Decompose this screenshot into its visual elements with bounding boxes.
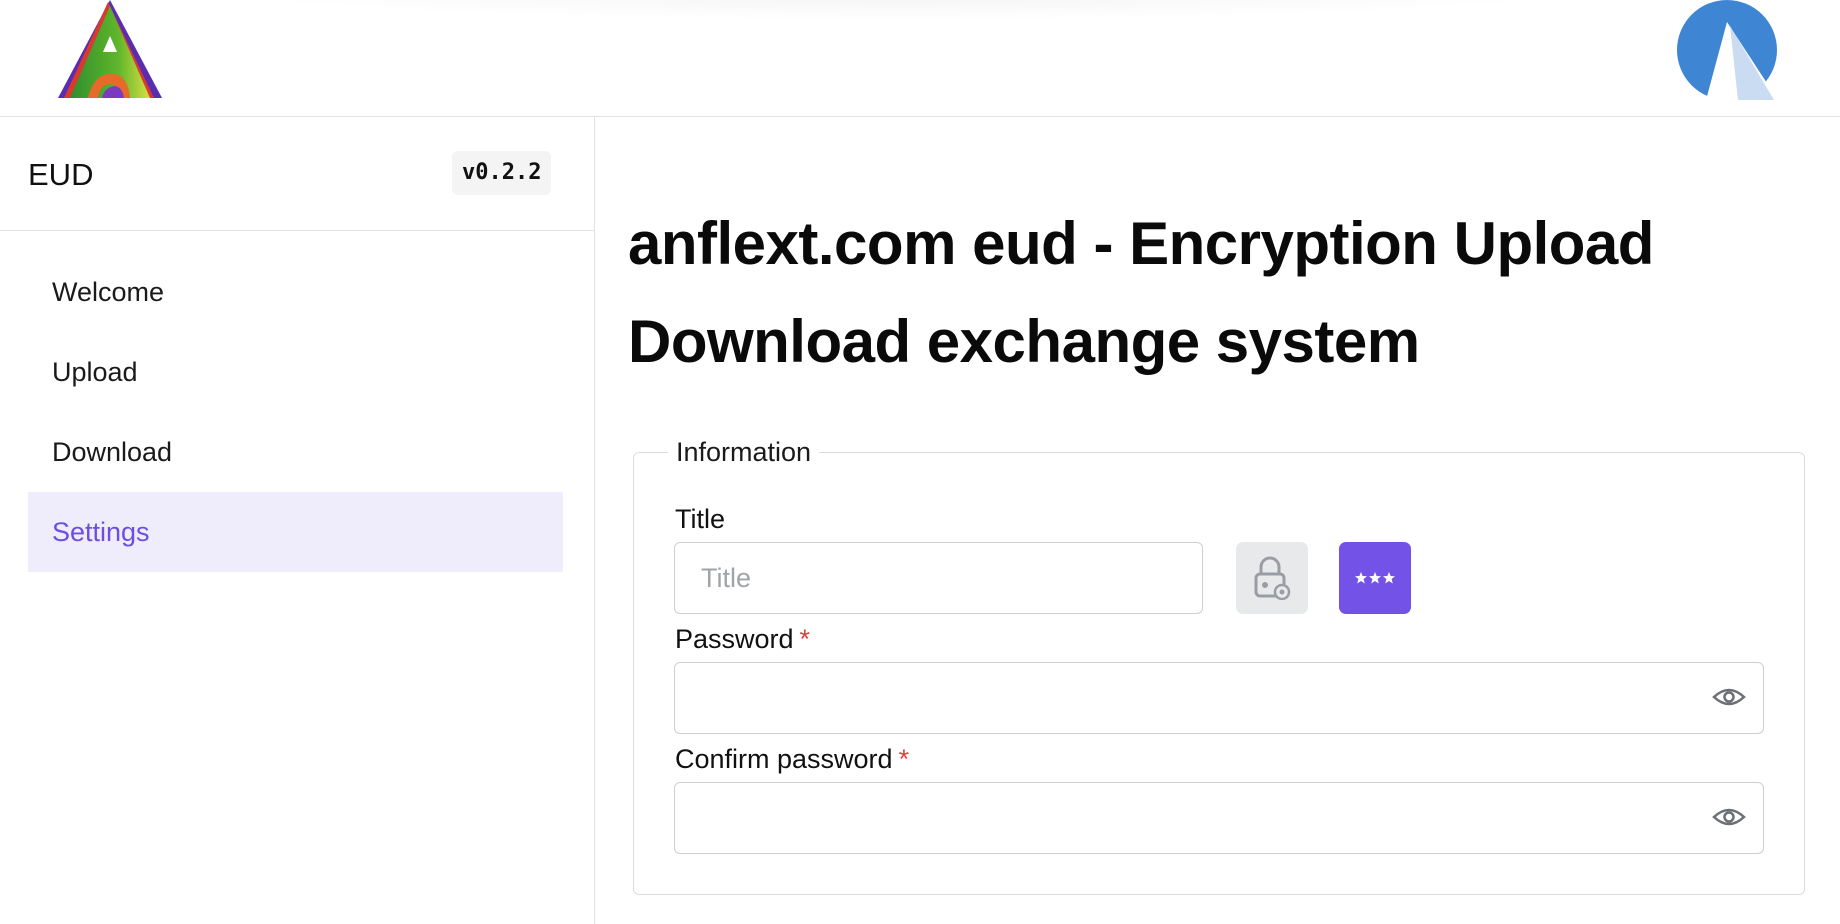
required-marker: * [898, 744, 910, 774]
password-dots-icon [1355, 572, 1395, 584]
page-title: anflext.com eud - Encryption Upload Down… [628, 210, 1654, 375]
required-marker: * [799, 624, 811, 654]
sidebar-nav: Welcome Upload Download Settings [28, 252, 563, 572]
title-label: Title [675, 504, 726, 534]
confirm-password-input[interactable] [674, 782, 1764, 854]
version-badge: v0.2.2 [452, 151, 552, 195]
sidebar-item-upload[interactable]: Upload [28, 332, 563, 412]
blue-circle-logo[interactable] [1676, 0, 1778, 100]
anflext-logo[interactable] [58, 0, 162, 100]
sidebar-item-settings[interactable]: Settings [28, 492, 563, 572]
lock-gear-icon [1254, 556, 1291, 600]
sidebar-header: EUD v0.2.2 [0, 117, 594, 231]
fieldset-legend: Information [668, 437, 820, 468]
password-label: Password * [675, 624, 810, 655]
confirm-visibility-toggle-icon[interactable] [1712, 805, 1746, 829]
password-input[interactable] [674, 662, 1764, 734]
sidebar: EUD v0.2.2 Welcome Upload Download Setti… [0, 117, 595, 924]
header-shadow [200, 0, 1600, 20]
title-input[interactable] [674, 542, 1203, 614]
sidebar-item-welcome[interactable]: Welcome [28, 252, 563, 332]
password-visibility-toggle-icon[interactable] [1712, 685, 1746, 709]
app-header [0, 0, 1840, 117]
lock-settings-button[interactable] [1236, 542, 1308, 614]
confirm-password-label: Confirm password * [675, 744, 909, 775]
app-name: EUD [28, 157, 94, 192]
password-label-text: Password [675, 624, 794, 654]
sidebar-item-download[interactable]: Download [28, 412, 563, 492]
generate-password-button[interactable] [1339, 542, 1411, 614]
confirm-password-label-text: Confirm password [675, 744, 893, 774]
